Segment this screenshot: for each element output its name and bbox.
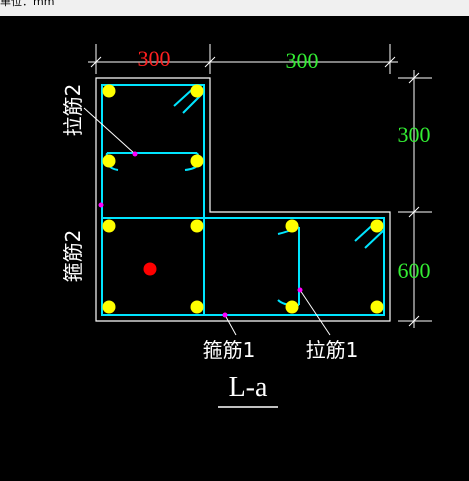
- rebar: [190, 84, 204, 98]
- leader-stirrup-1: [224, 314, 237, 336]
- unit-text: 单位：mm: [0, 0, 55, 8]
- label-tie-bar-1: 拉筋1: [306, 338, 359, 362]
- rebar: [190, 154, 204, 168]
- label-stirrup-2: 箍筋2: [61, 230, 85, 283]
- rebar: [190, 300, 204, 314]
- leader-dot: [132, 151, 138, 157]
- dim-text-right-lower: 600: [398, 258, 431, 283]
- label-tie-bar-2: 拉筋2: [61, 84, 85, 137]
- leader-tie-bar-1: [299, 289, 331, 336]
- section-title: L-a: [229, 372, 268, 403]
- stirrup-2: [101, 84, 385, 316]
- rebar: [285, 219, 299, 233]
- dim-text-top-left: 300: [138, 46, 171, 71]
- leader-dot: [222, 312, 228, 318]
- rebar: [102, 300, 116, 314]
- leader-dot: [297, 287, 303, 293]
- rebar: [370, 300, 384, 314]
- dim-text-right-upper: 300: [398, 122, 431, 147]
- rebar: [190, 219, 204, 233]
- leader-tie-bar-2: [83, 107, 136, 155]
- stirrup-hook-2b: [364, 229, 385, 249]
- label-stirrup-1: 箍筋1: [203, 338, 256, 362]
- rebar: [370, 219, 384, 233]
- center-point: [143, 262, 157, 276]
- section-drawing: 300 300 300 600 拉筋2 箍筋2 箍筋1 拉筋1 L-a: [61, 44, 432, 408]
- drawing-canvas: 300 300 300 600 拉筋2 箍筋2 箍筋1 拉筋1 L-a: [0, 16, 469, 481]
- section-outline: [95, 77, 391, 322]
- leader-dot: [98, 202, 104, 208]
- rebar: [285, 300, 299, 314]
- rebar: [102, 219, 116, 233]
- rebar: [102, 154, 116, 168]
- unit-header: 单位：mm: [0, 0, 469, 16]
- dim-text-top-right: 300: [286, 48, 319, 73]
- rebar: [102, 84, 116, 98]
